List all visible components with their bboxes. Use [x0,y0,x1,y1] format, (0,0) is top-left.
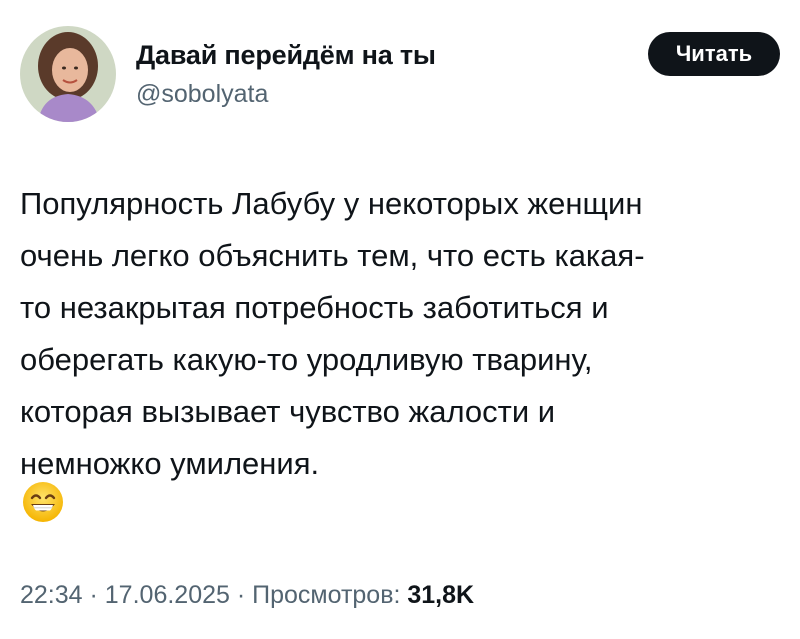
tweet-text-line: Популярность Лабубу у некоторых женщин [20,186,643,221]
tweet-meta: 22:34 · 17.06.2025 · Просмотров: 31,8K [20,581,474,610]
tweet-text: Популярность Лабубу у некоторых женщин о… [20,178,790,490]
grinning-smiling-eyes-emoji-icon [22,481,64,523]
tweet-date[interactable]: 17.06.2025 [105,581,230,609]
tweet-time[interactable]: 22:34 [20,581,83,609]
tweet-text-line: оберегать какую-то уродливую тварину, [20,342,593,377]
views-count: 31,8K [407,581,475,609]
follow-button[interactable]: Читать [648,32,780,76]
author-display-name[interactable]: Давай перейдём на ты [136,40,436,71]
meta-separator: · [229,581,253,609]
tweet-text-line: которая вызывает чувство жалости и [20,394,556,429]
tweet-text-line: немножко умиления. [20,446,320,481]
tweet-text-line: очень легко объяснить тем, что есть кака… [20,238,645,273]
avatar-image [20,26,116,122]
author-handle[interactable]: @sobolyata [136,80,268,109]
tweet-text-line: то незакрытая потребность заботиться и [20,290,609,325]
meta-separator: · [82,581,105,609]
views-label: Просмотров: [252,581,408,609]
avatar[interactable] [20,26,116,122]
